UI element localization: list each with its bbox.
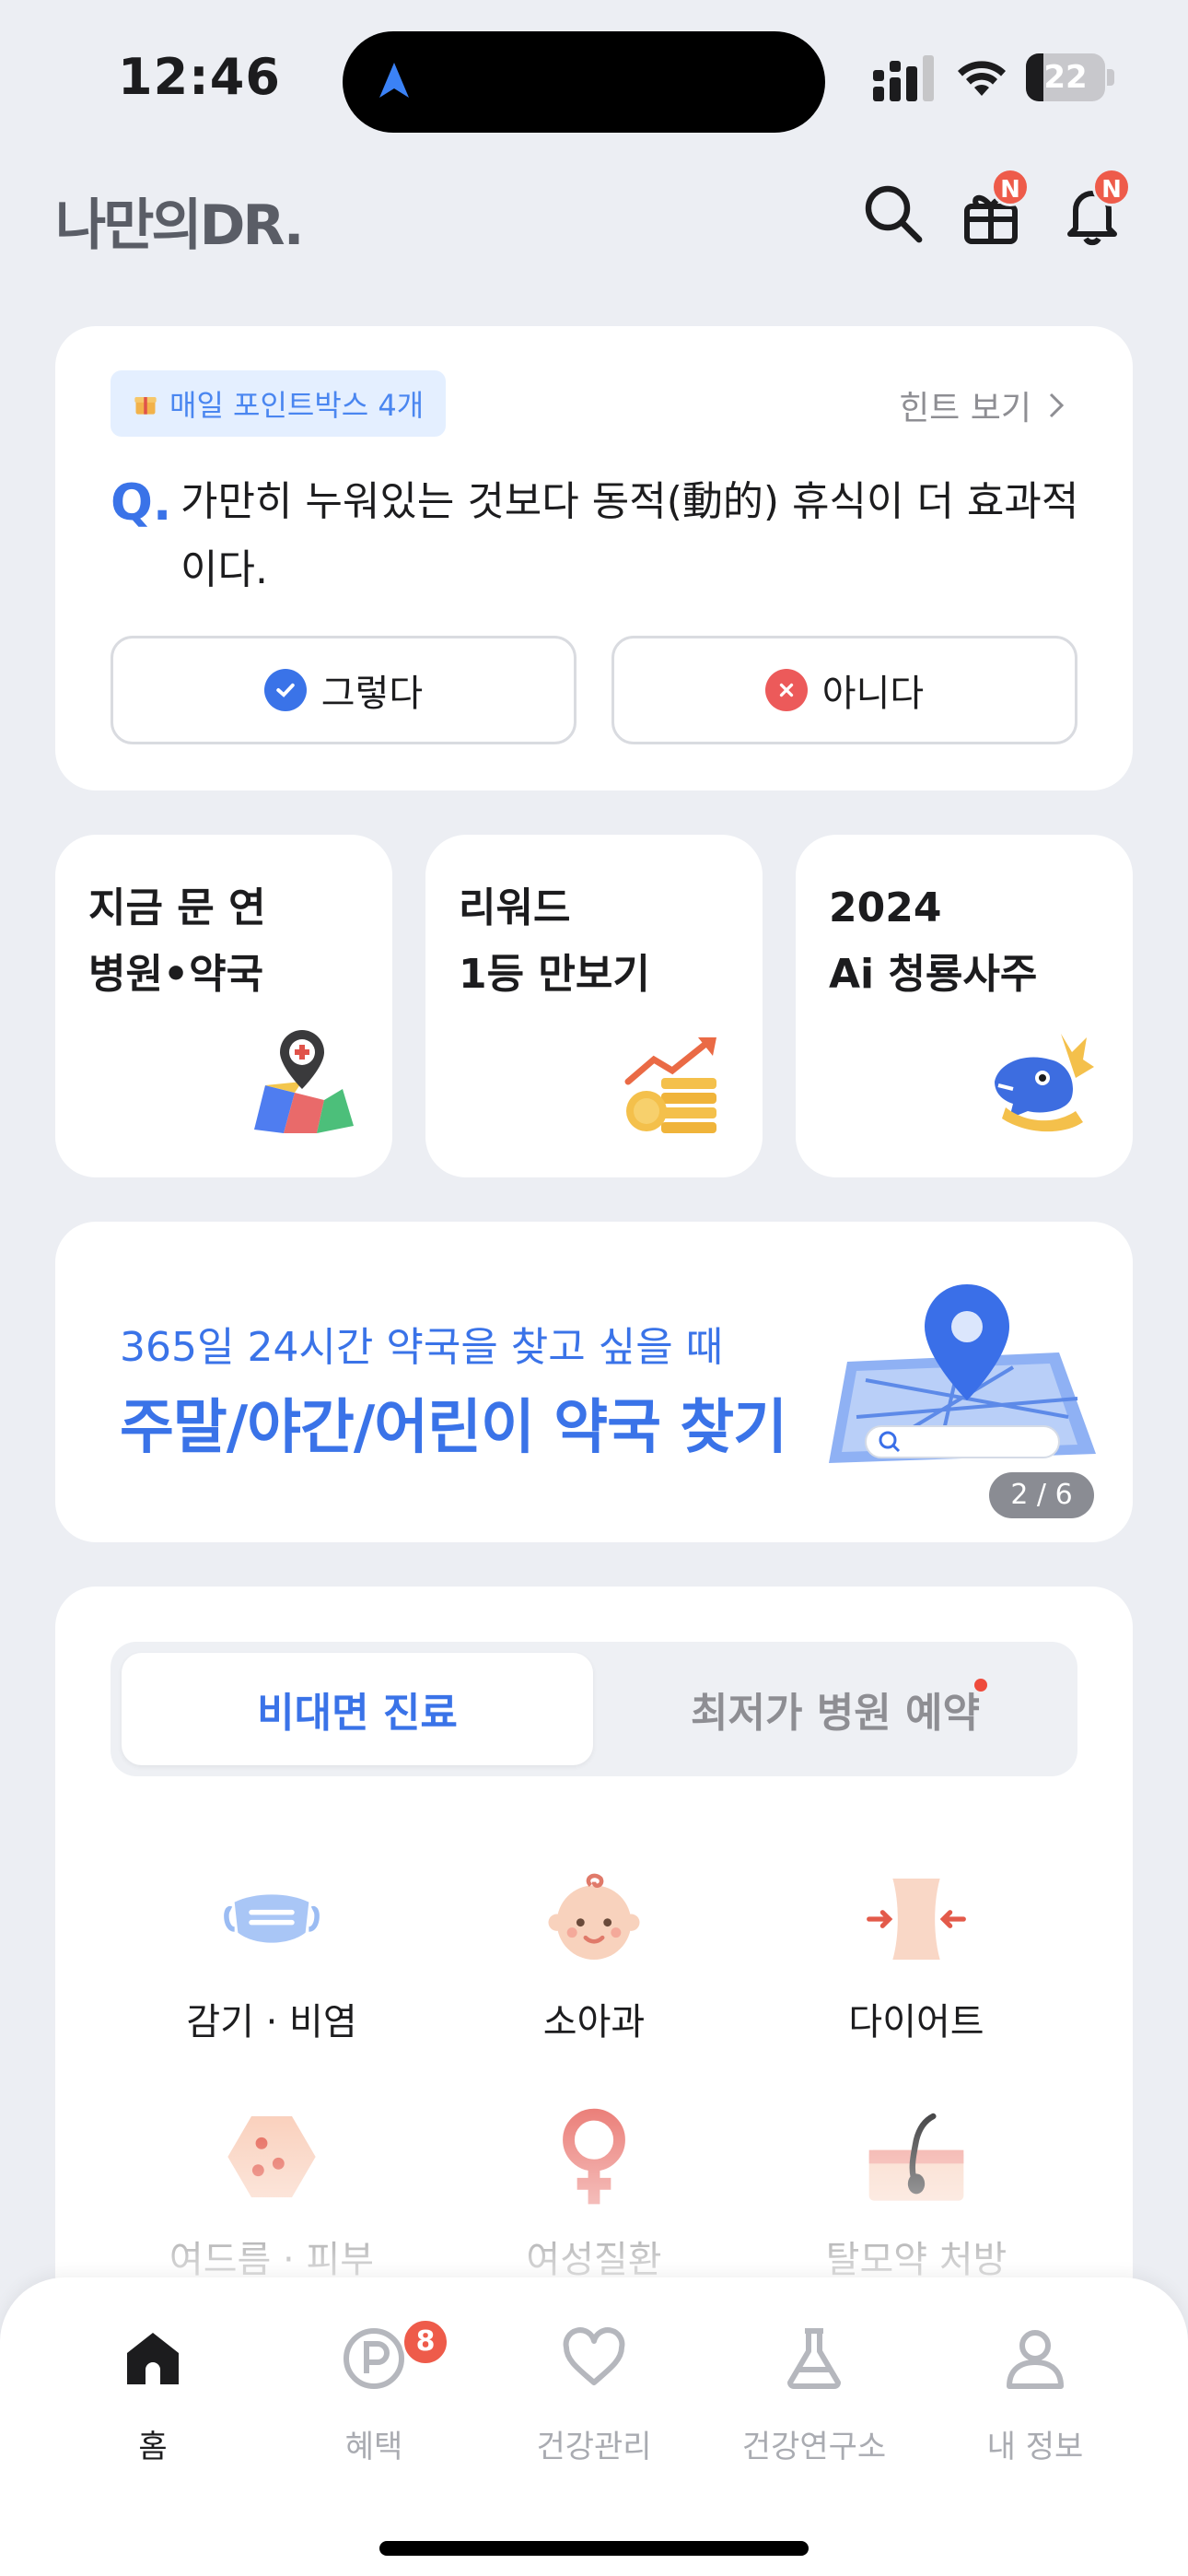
tile-title-line2: Ai 청룡사주 bbox=[829, 951, 1038, 998]
x-circle-icon bbox=[764, 669, 808, 711]
search-icon[interactable] bbox=[860, 181, 926, 247]
answer-yes-button[interactable]: 그렇다 bbox=[111, 636, 577, 744]
category-cold-rhinitis[interactable]: 감기 · 비염 bbox=[111, 1868, 433, 2053]
tab-health-lab[interactable]: 건강연구소 bbox=[704, 2325, 925, 2491]
notification-new-badge: N bbox=[1092, 168, 1131, 206]
service-tabs: 비대면 진료 최저가 병원 예약 bbox=[111, 1642, 1077, 1776]
tile-title-line2: 1등 만보기 bbox=[459, 951, 650, 998]
tile-title-line2: 병원•약국 bbox=[88, 951, 264, 998]
tile-title-line1: 2024 bbox=[829, 884, 942, 931]
heart-icon bbox=[563, 2327, 625, 2385]
tab-label: 건강관리 bbox=[536, 2429, 652, 2465]
tile-title-line1: 지금 문 연 bbox=[88, 884, 266, 931]
tab-hospital-booking[interactable]: 최저가 병원 예약 bbox=[604, 1653, 1066, 1765]
blue-dragon-icon bbox=[995, 1034, 1094, 1132]
notification-button[interactable]: N bbox=[1059, 168, 1131, 247]
quiz-question: 가만히 누워있는 것보다 동적(動的) 휴식이 더 효과적이다. bbox=[181, 478, 1079, 593]
category-label: 소아과 bbox=[542, 2001, 646, 2043]
tile-title: 2024 Ai 청룡사주 bbox=[829, 875, 1037, 1008]
point-box-chip: 매일 포인트박스 4개 bbox=[111, 370, 447, 437]
home-indicator bbox=[379, 2541, 809, 2556]
answer-no-button[interactable]: 아니다 bbox=[611, 636, 1077, 744]
wifi-icon bbox=[958, 61, 1006, 96]
pharmacy-finder-banner[interactable]: 365일 24시간 약국을 찾고 싶을 때 주말/야간/어린이 약국 찾기 2 … bbox=[55, 1222, 1133, 1542]
tab-home[interactable]: 홈 bbox=[42, 2325, 263, 2491]
location-arrow-icon bbox=[379, 63, 409, 98]
baby-face-icon bbox=[548, 1873, 640, 1960]
battery-level: 22 bbox=[1043, 59, 1088, 96]
tile-ai-fortune[interactable]: 2024 Ai 청룡사주 bbox=[796, 835, 1133, 1177]
tile-title: 지금 문 연 병원•약국 bbox=[88, 875, 266, 1008]
tab-my-info[interactable]: 내 정보 bbox=[925, 2325, 1146, 2491]
category-womens-health[interactable]: 여성질환 bbox=[433, 2106, 755, 2290]
check-circle-icon bbox=[263, 669, 307, 711]
user-icon bbox=[1007, 2330, 1064, 2389]
coins-chart-icon bbox=[624, 1037, 716, 1133]
tile-reward-pedometer[interactable]: 리워드 1등 만보기 bbox=[425, 835, 763, 1177]
category-label: 여성질환 bbox=[526, 2239, 662, 2281]
tile-title: 리워드 1등 만보기 bbox=[459, 875, 650, 1008]
home-icon bbox=[127, 2333, 179, 2384]
category-label: 감기 · 비염 bbox=[186, 2001, 357, 2043]
gift-button[interactable]: N bbox=[958, 168, 1030, 247]
hint-link[interactable]: 힌트 보기 bbox=[899, 381, 1066, 429]
answer-no-label: 아니다 bbox=[821, 673, 925, 715]
question-mark-label: Q. bbox=[111, 474, 172, 532]
category-label: 탈모약 처방 bbox=[825, 2239, 1007, 2281]
category-pediatrics[interactable]: 소아과 bbox=[433, 1868, 755, 2053]
app-logo: 나만의DR. bbox=[55, 193, 305, 258]
category-label: 여드름 · 피부 bbox=[169, 2239, 375, 2281]
new-dot-indicator bbox=[974, 1679, 987, 1692]
points-icon bbox=[344, 2328, 404, 2389]
bottom-tab-bar: 홈 8 혜택 건강관리 건강연구소 내 정보 bbox=[0, 2277, 1188, 2576]
female-symbol-icon bbox=[563, 2108, 625, 2205]
face-mask-icon bbox=[224, 1894, 320, 1943]
category-diet[interactable]: 다이어트 bbox=[755, 1868, 1077, 2053]
point-box-text: 매일 포인트박스 4개 bbox=[169, 388, 425, 423]
skin-acne-icon bbox=[227, 2116, 316, 2197]
waist-slim-icon bbox=[867, 1879, 966, 1960]
chevron-right-icon bbox=[1049, 392, 1065, 418]
map-location-icon bbox=[829, 1284, 1096, 1463]
daily-quiz-card: 매일 포인트박스 4개 힌트 보기 Q. 가만히 누워있는 것보다 동적(動的)… bbox=[55, 326, 1133, 790]
banner-title: 주말/야간/어린이 약국 찾기 bbox=[120, 1394, 787, 1462]
answer-yes-label: 그렇다 bbox=[320, 673, 424, 715]
cellular-signal-icon bbox=[873, 55, 934, 101]
tab-benefits[interactable]: 8 혜택 bbox=[263, 2318, 484, 2491]
flask-icon bbox=[787, 2328, 841, 2389]
category-acne-skin[interactable]: 여드름 · 피부 bbox=[111, 2106, 433, 2290]
tile-title-line1: 리워드 bbox=[459, 884, 571, 931]
tab-health-management[interactable]: 건강관리 bbox=[483, 2325, 705, 2491]
banner-subtitle: 365일 24시간 약국을 찾고 싶을 때 bbox=[120, 1324, 724, 1371]
tab-label: 내 정보 bbox=[986, 2429, 1084, 2465]
category-hair-loss[interactable]: 탈모약 처방 bbox=[755, 2106, 1077, 2290]
tab-label: 홈 bbox=[138, 2429, 168, 2465]
tab-label: 혜택 bbox=[344, 2429, 403, 2465]
gift-box-icon bbox=[134, 397, 157, 415]
tab-telemedicine[interactable]: 비대면 진료 bbox=[122, 1653, 593, 1765]
hair-follicle-icon bbox=[868, 2113, 964, 2201]
gift-new-badge: N bbox=[991, 168, 1030, 206]
battery-indicator: 22 bbox=[1026, 53, 1114, 101]
hint-label: 힌트 보기 bbox=[899, 390, 1031, 427]
benefits-count-badge: 8 bbox=[402, 2318, 449, 2366]
tile-open-hospitals[interactable]: 지금 문 연 병원•약국 bbox=[55, 835, 392, 1177]
map-pin-icon bbox=[254, 1030, 354, 1133]
tab-label: 건강연구소 bbox=[741, 2429, 887, 2465]
banner-pager: 2 / 6 bbox=[989, 1472, 1094, 1518]
status-time: 12:46 bbox=[118, 48, 281, 106]
category-label: 다이어트 bbox=[848, 2001, 984, 2043]
